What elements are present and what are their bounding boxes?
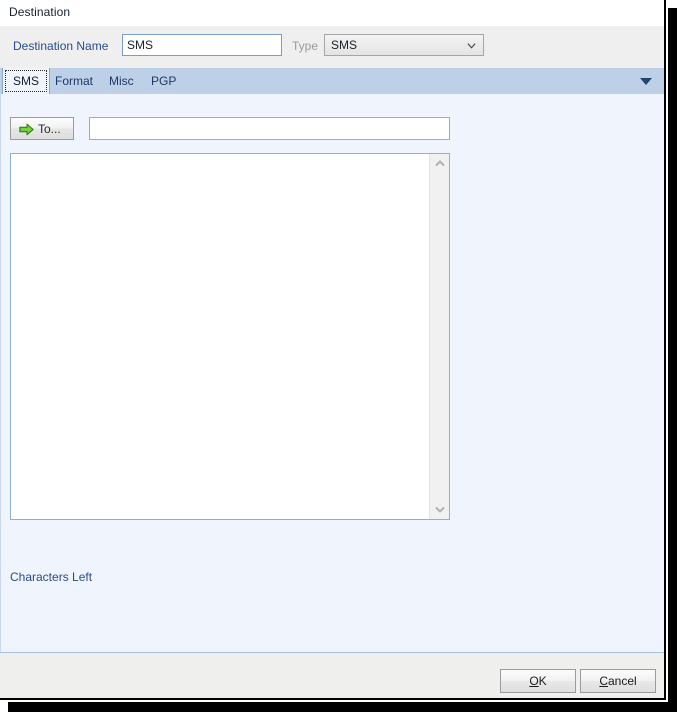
tab-sms-label: SMS (13, 74, 40, 88)
tab-sms[interactable]: SMS (2, 68, 51, 94)
triangle-down-icon[interactable] (640, 78, 652, 85)
dialog-title-bar: Destination (0, 0, 664, 26)
chevron-down-icon (467, 43, 476, 49)
tab-pgp-label: PGP (151, 74, 177, 88)
tab-format-label: Format (55, 74, 94, 88)
to-button[interactable]: To... (10, 117, 74, 140)
tab-misc-label: Misc (109, 74, 134, 88)
type-select[interactable]: SMS (324, 34, 484, 56)
type-label: Type (292, 39, 319, 53)
cancel-button[interactable]: Cancel (580, 669, 656, 693)
tab-format[interactable]: Format (45, 68, 103, 94)
message-body-box (10, 153, 450, 520)
chevron-up-icon[interactable] (435, 160, 445, 167)
message-scrollbar[interactable] (429, 154, 449, 519)
tab-misc[interactable]: Misc (99, 68, 144, 94)
destination-name-input[interactable] (122, 34, 282, 56)
sms-tab-panel: To... Characters Left (0, 94, 664, 652)
window-drop-shadow-bottom (8, 702, 677, 712)
window-drop-shadow-right (668, 8, 677, 712)
type-select-value: SMS (331, 38, 358, 52)
ok-label-rest: K (538, 674, 547, 688)
destination-name-label: Destination Name (13, 39, 109, 53)
recipient-input[interactable] (89, 117, 450, 140)
message-body-input[interactable] (11, 154, 429, 519)
destination-dialog: Destination Destination Name Type SMS SM… (0, 0, 666, 700)
characters-left-label: Characters Left (10, 570, 93, 584)
destination-header-row: Destination Name Type SMS (0, 26, 664, 68)
dialog-footer: OK Cancel (0, 652, 664, 698)
ok-accel-char: O (529, 674, 539, 688)
cancel-accel-char: C (599, 674, 608, 688)
to-button-label: To... (38, 122, 61, 136)
ok-button[interactable]: OK (500, 669, 576, 693)
tab-pgp[interactable]: PGP (141, 68, 186, 94)
green-arrow-right-icon (19, 123, 34, 136)
chevron-down-icon[interactable] (435, 506, 445, 513)
tab-strip: SMS Format Misc PGP (0, 68, 664, 94)
page-title: Destination (9, 5, 71, 19)
cancel-label-rest: ancel (607, 674, 637, 688)
